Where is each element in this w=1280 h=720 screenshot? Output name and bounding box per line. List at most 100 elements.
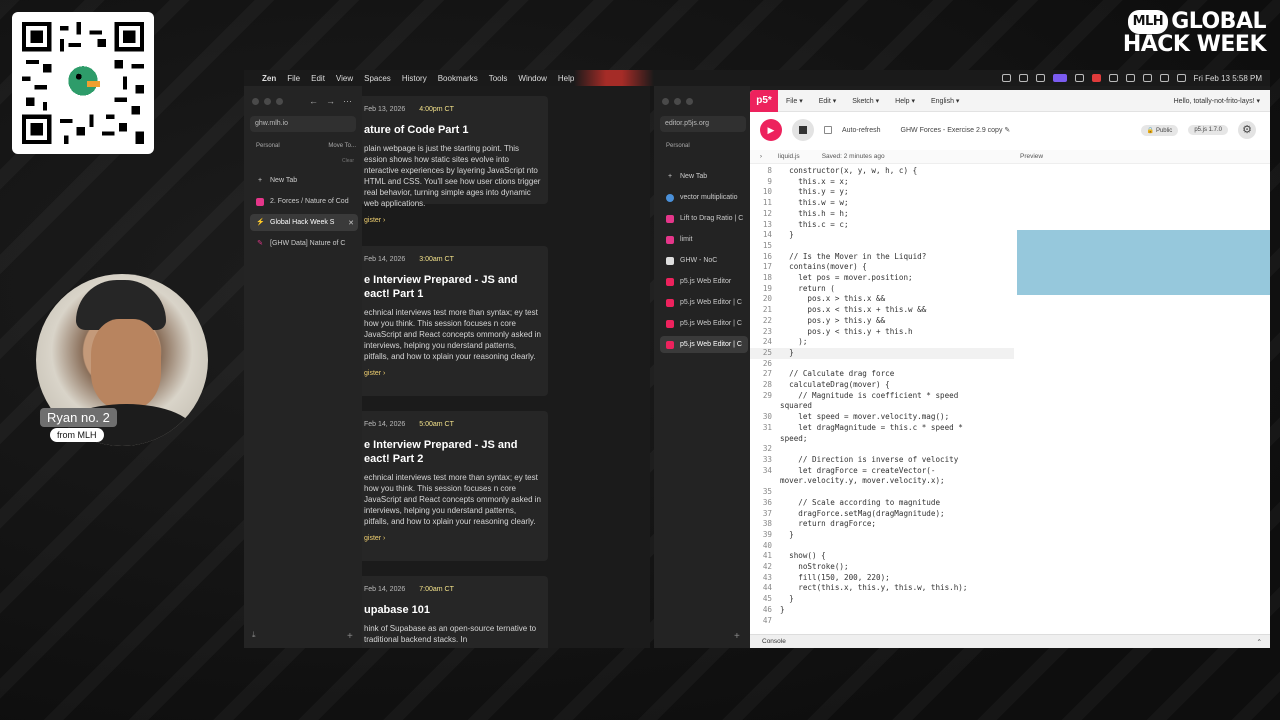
space-name[interactable]: Personal xyxy=(666,143,690,149)
code-line[interactable]: mover.velocity.y, mover.velocity.x); xyxy=(750,476,1014,487)
move-to-button[interactable]: Move To... xyxy=(328,143,356,149)
code-line[interactable]: 23 pos.y < this.y + this.h xyxy=(750,327,1014,338)
add-icon[interactable]: + xyxy=(734,631,740,642)
menu-tools[interactable]: Tools xyxy=(489,74,508,83)
code-line[interactable]: 21 pos.x < this.x + this.w && xyxy=(750,305,1014,316)
code-line[interactable]: squared xyxy=(750,401,1014,412)
tab-global-hack-week[interactable]: ⚡ Global Hack Week S ✕ xyxy=(250,214,358,231)
code-line[interactable]: 14 } xyxy=(750,230,1014,241)
code-line[interactable]: 28 calculateDrag(mover) { xyxy=(750,380,1014,391)
menu-file[interactable]: File xyxy=(287,74,300,83)
close-dot[interactable] xyxy=(662,98,669,105)
code-line[interactable]: 35 xyxy=(750,487,1014,498)
menu-history[interactable]: History xyxy=(402,74,427,83)
wifi-icon[interactable] xyxy=(1159,74,1169,82)
register-link[interactable]: gister › xyxy=(364,215,542,226)
menu-view[interactable]: View xyxy=(336,74,353,83)
code-line[interactable]: 16 // Is the Mover in the Liquid? xyxy=(750,252,1014,263)
code-line[interactable]: 8 constructor(x, y, w, h, c) { xyxy=(750,166,1014,177)
status-icon[interactable] xyxy=(1035,74,1045,82)
code-line[interactable]: 10 this.y = y; xyxy=(750,187,1014,198)
zoom-dot[interactable] xyxy=(686,98,693,105)
menu-language[interactable]: English ▾ xyxy=(931,97,959,105)
code-line[interactable]: 18 let pos = mover.position; xyxy=(750,273,1014,284)
menu-sketch[interactable]: Sketch ▾ xyxy=(852,97,879,105)
code-line[interactable]: 26 xyxy=(750,359,1014,370)
mic-icon[interactable] xyxy=(1018,74,1028,82)
space-name[interactable]: Personal xyxy=(256,143,280,149)
code-line[interactable]: 33 // Direction is inverse of velocity xyxy=(750,455,1014,466)
file-name[interactable]: liquid.js xyxy=(778,153,800,160)
close-icon[interactable]: ✕ xyxy=(348,219,354,227)
forward-icon[interactable]: → xyxy=(326,96,335,107)
code-line[interactable]: 30 let speed = mover.velocity.mag(); xyxy=(750,412,1014,423)
code-line[interactable]: 47 xyxy=(750,616,1014,627)
browser-tab[interactable]: p5.js Web Editor | C xyxy=(660,315,748,332)
status-icon[interactable] xyxy=(1108,74,1118,82)
menu-window[interactable]: Window xyxy=(518,74,546,83)
menu-edit[interactable]: Edit xyxy=(311,74,325,83)
menu-edit[interactable]: Edit ▾ xyxy=(819,97,837,105)
register-link[interactable]: gister › xyxy=(364,533,542,544)
more-icon[interactable]: ⋯ xyxy=(343,96,352,107)
tab-ghw-data[interactable]: ✎ [GHW Data] Nature of C xyxy=(250,235,358,252)
add-icon[interactable]: + xyxy=(347,631,353,642)
url-bar[interactable]: editor.p5js.org xyxy=(660,116,746,132)
clear-button[interactable]: Clear xyxy=(342,158,354,164)
console-bar[interactable]: Console ⌃ xyxy=(750,634,1270,648)
url-bar[interactable]: ghw.mlh.io xyxy=(250,116,356,132)
code-line[interactable]: speed; xyxy=(750,434,1014,445)
status-icon[interactable] xyxy=(1001,74,1011,82)
menu-zen[interactable]: Zen xyxy=(262,74,276,83)
search-icon[interactable] xyxy=(1176,74,1186,82)
menu-help[interactable]: Help xyxy=(558,74,574,83)
zoom-dot[interactable] xyxy=(276,98,283,105)
battery-icon[interactable] xyxy=(1142,74,1152,82)
code-line[interactable]: 45 } xyxy=(750,594,1014,605)
new-tab-button[interactable]: + New Tab xyxy=(660,168,748,185)
browser-tab[interactable]: Lift to Drag Ratio | C xyxy=(660,210,748,227)
code-line[interactable]: 32 xyxy=(750,444,1014,455)
menu-file[interactable]: File ▾ xyxy=(786,97,803,105)
code-line[interactable]: 13 this.c = c; xyxy=(750,220,1014,231)
screen-share-icon[interactable] xyxy=(1052,74,1067,82)
code-line[interactable]: 25 } xyxy=(750,347,1014,359)
chevron-right-icon[interactable]: › xyxy=(750,153,772,160)
browser-tab-active[interactable]: p5.js Web Editor | C xyxy=(660,336,748,353)
menu-bookmarks[interactable]: Bookmarks xyxy=(438,74,478,83)
code-line[interactable]: 31 let dragMagnitude = this.c * speed * xyxy=(750,423,1014,434)
status-icon[interactable] xyxy=(1074,74,1084,82)
code-line[interactable]: 43 fill(150, 200, 220); xyxy=(750,573,1014,584)
close-dot[interactable] xyxy=(252,98,259,105)
minimize-dot[interactable] xyxy=(674,98,681,105)
register-link[interactable]: gister › xyxy=(364,368,542,379)
code-line[interactable]: 17 contains(mover) { xyxy=(750,262,1014,273)
code-line[interactable]: 20 pos.x > this.x && xyxy=(750,294,1014,305)
browser-tab[interactable]: p5.js Web Editor | C xyxy=(660,294,748,311)
menu-spaces[interactable]: Spaces xyxy=(364,74,391,83)
code-line[interactable]: 11 this.w = w; xyxy=(750,198,1014,209)
adobe-icon[interactable] xyxy=(1091,74,1101,82)
menu-help[interactable]: Help ▾ xyxy=(895,97,915,105)
code-editor[interactable]: 8 constructor(x, y, w, h, c) {9 this.x =… xyxy=(750,166,1014,632)
sketch-name[interactable]: GHW Forces - Exercise 2.9 copy ✎ xyxy=(901,126,1011,134)
p5-logo[interactable]: p5* xyxy=(750,90,778,112)
browser-tab[interactable]: vector multiplicatio xyxy=(660,189,748,206)
code-line[interactable]: 9 this.x = x; xyxy=(750,177,1014,188)
code-line[interactable]: 29 // Magnitude is coefficient * speed xyxy=(750,391,1014,402)
status-icon[interactable] xyxy=(1125,74,1135,82)
download-icon[interactable]: ⤓ xyxy=(252,630,256,640)
version-badge[interactable]: p5.js 1.7.0 xyxy=(1188,125,1228,135)
code-line[interactable]: 36 // Scale according to magnitude xyxy=(750,498,1014,509)
code-line[interactable]: 38 return dragForce; xyxy=(750,519,1014,530)
browser-tab[interactable]: limit xyxy=(660,231,748,248)
code-line[interactable]: 27 // Calculate drag force xyxy=(750,369,1014,380)
code-line[interactable]: 12 this.h = h; xyxy=(750,209,1014,220)
browser-tab[interactable]: p5.js Web Editor xyxy=(660,273,748,290)
gear-icon[interactable]: ⚙ xyxy=(1238,121,1256,139)
back-icon[interactable]: ← xyxy=(309,96,318,107)
tab-forces[interactable]: 2. Forces / Nature of Cod xyxy=(250,193,358,210)
code-line[interactable]: 46} xyxy=(750,605,1014,616)
code-line[interactable]: 42 noStroke(); xyxy=(750,562,1014,573)
code-line[interactable]: 34 let dragForce = createVector(- xyxy=(750,466,1014,477)
